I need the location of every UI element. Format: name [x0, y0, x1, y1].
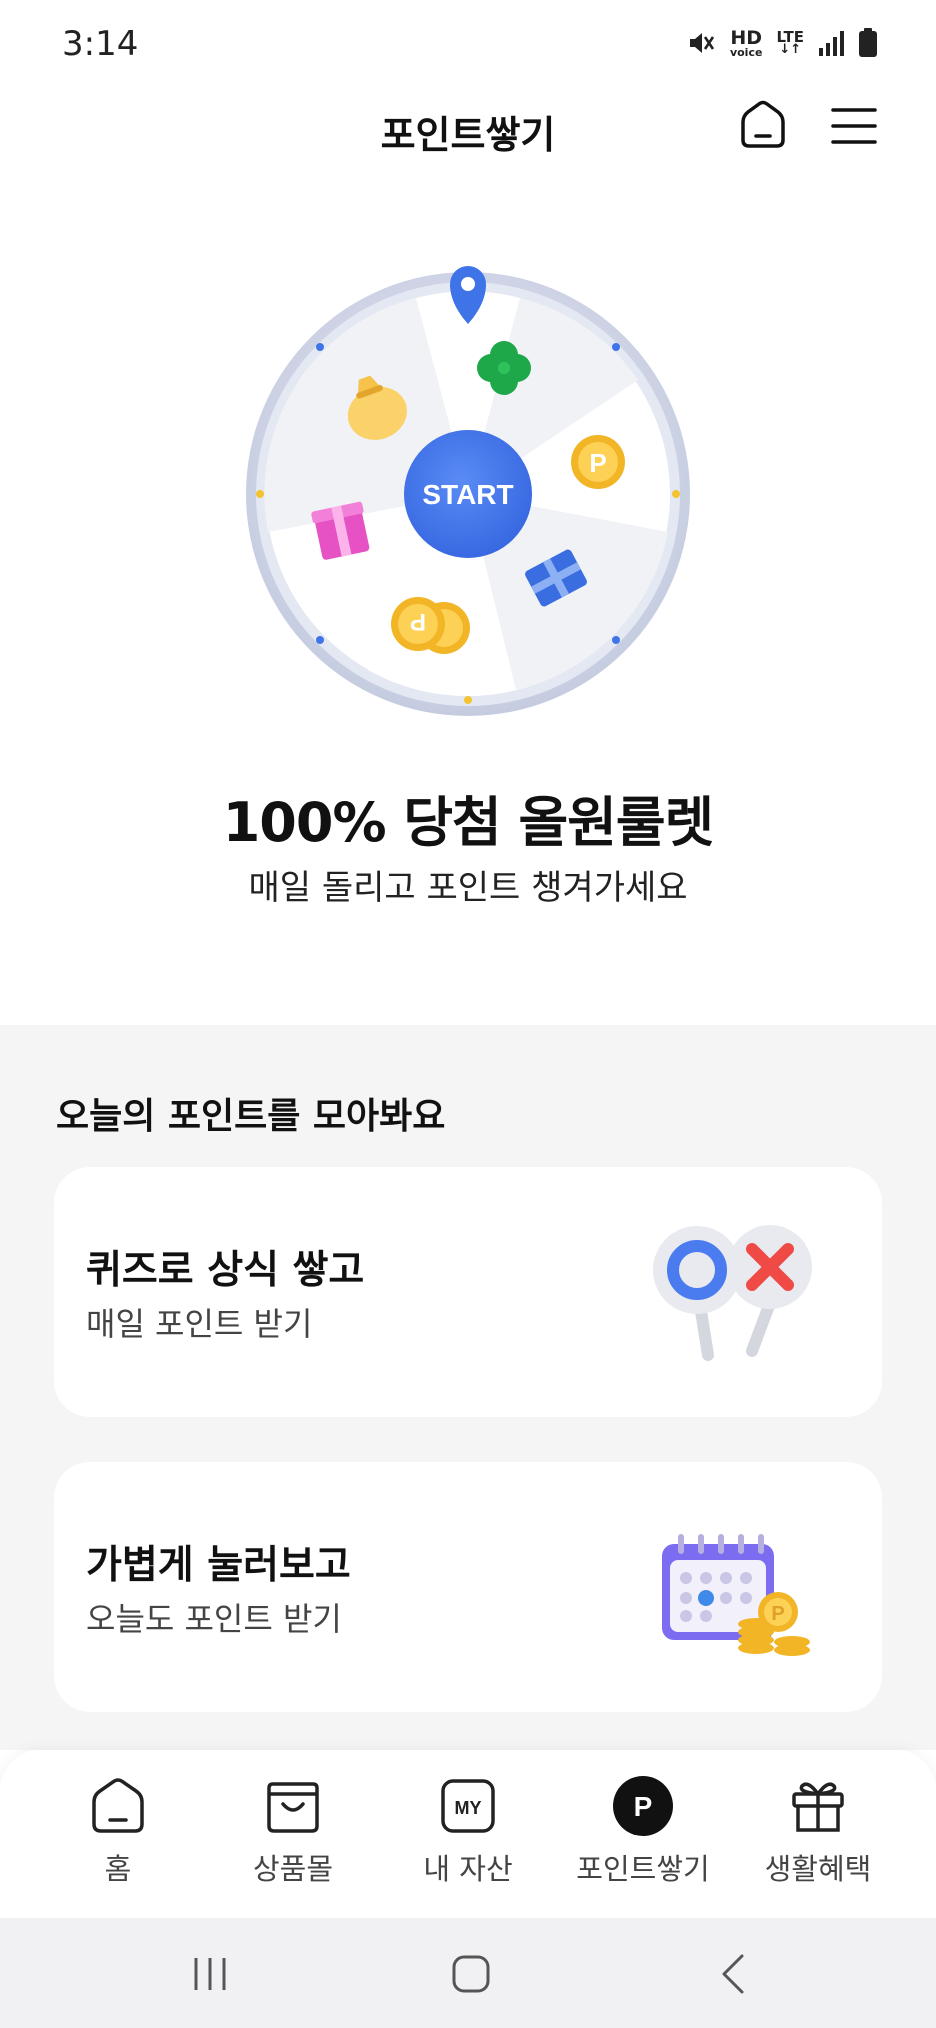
quiz-card[interactable]: 퀴즈로 상식 쌓고 매일 포인트 받기	[54, 1167, 882, 1417]
bottom-nav: 홈 상품몰 MY 내 자산 P 포인트쌓기 생활혜택	[0, 1750, 936, 1918]
menu-icon[interactable]	[830, 102, 878, 150]
home-icon[interactable]	[738, 100, 788, 150]
nav-item-benefits[interactable]: 생활혜택	[733, 1776, 903, 1888]
point-icon: P	[613, 1776, 673, 1836]
nav-item-shop[interactable]: 상품몰	[208, 1776, 378, 1888]
nav-item-points[interactable]: P 포인트쌓기	[558, 1776, 728, 1888]
battery-icon	[859, 28, 877, 57]
my-badge: MY	[455, 1798, 482, 1818]
roulette-wheel[interactable]: P P START	[238, 262, 698, 722]
promo-subtitle: 매일 돌리고 포인트 챙겨가세요	[248, 868, 688, 908]
nav-label: 생활혜택	[764, 1852, 872, 1886]
hd-label: HD	[730, 26, 763, 49]
status-icons: HD voice LTE ↓↑	[686, 28, 878, 58]
signal-icon	[819, 31, 844, 56]
home-icon	[92, 1778, 144, 1833]
nav-item-home[interactable]: 홈	[33, 1776, 203, 1888]
tap-card[interactable]: 가볍게 눌러보고 오늘도 포인트 받기 P	[54, 1462, 882, 1712]
app-header: 포인트쌓기	[0, 92, 936, 164]
calendar-coins-icon: P	[662, 1534, 810, 1656]
card-subtitle: 오늘도 포인트 받기	[86, 1600, 342, 1638]
shopping-bag-icon	[267, 1782, 319, 1833]
coin-letter: P	[589, 448, 606, 478]
nav-label: 포인트쌓기	[576, 1852, 710, 1886]
coin-letter-3: P	[771, 1603, 784, 1625]
points-section: 오늘의 포인트를 모아봐요 퀴즈로 상식 쌓고 매일 포인트 받기 가볍게 눌러…	[0, 1025, 936, 1750]
mute-icon	[689, 33, 715, 53]
start-label: START	[422, 479, 513, 510]
nav-label: 홈	[104, 1852, 132, 1886]
start-button[interactable]: START	[404, 430, 532, 558]
status-time: 3:14	[62, 24, 139, 64]
page-title: 포인트쌓기	[380, 113, 556, 157]
promo-title: 100% 당첨 올원룰렛	[222, 791, 715, 854]
voice-label: voice	[729, 45, 763, 59]
back-icon[interactable]	[712, 1952, 756, 1996]
point-badge: P	[634, 1791, 653, 1822]
nav-label: 상품몰	[252, 1852, 334, 1886]
gift-icon	[792, 1782, 844, 1832]
lte-icon: LTE ↓↑	[776, 28, 804, 57]
ox-quiz-icon	[653, 1225, 812, 1361]
card-title: 퀴즈로 상식 쌓고	[86, 1248, 365, 1293]
section-title: 오늘의 포인트를 모아봐요	[56, 1096, 446, 1137]
card-title: 가볍게 눌러보고	[86, 1543, 351, 1588]
card-subtitle: 매일 포인트 받기	[86, 1305, 313, 1343]
nav-label: 내 자산	[423, 1852, 513, 1886]
recent-apps-icon[interactable]	[188, 1952, 232, 1996]
status-bar: 3:14 HD voice LTE ↓↑	[0, 0, 936, 92]
home-button-icon[interactable]	[449, 1952, 493, 1996]
hd-voice-icon: HD voice	[729, 26, 763, 59]
nav-item-my-assets[interactable]: MY 내 자산	[383, 1776, 553, 1888]
system-nav-bar	[0, 1918, 936, 2028]
coin-letter-2: P	[410, 608, 426, 635]
my-assets-icon: MY	[441, 1779, 495, 1833]
point-coin-prize: P	[571, 435, 625, 489]
